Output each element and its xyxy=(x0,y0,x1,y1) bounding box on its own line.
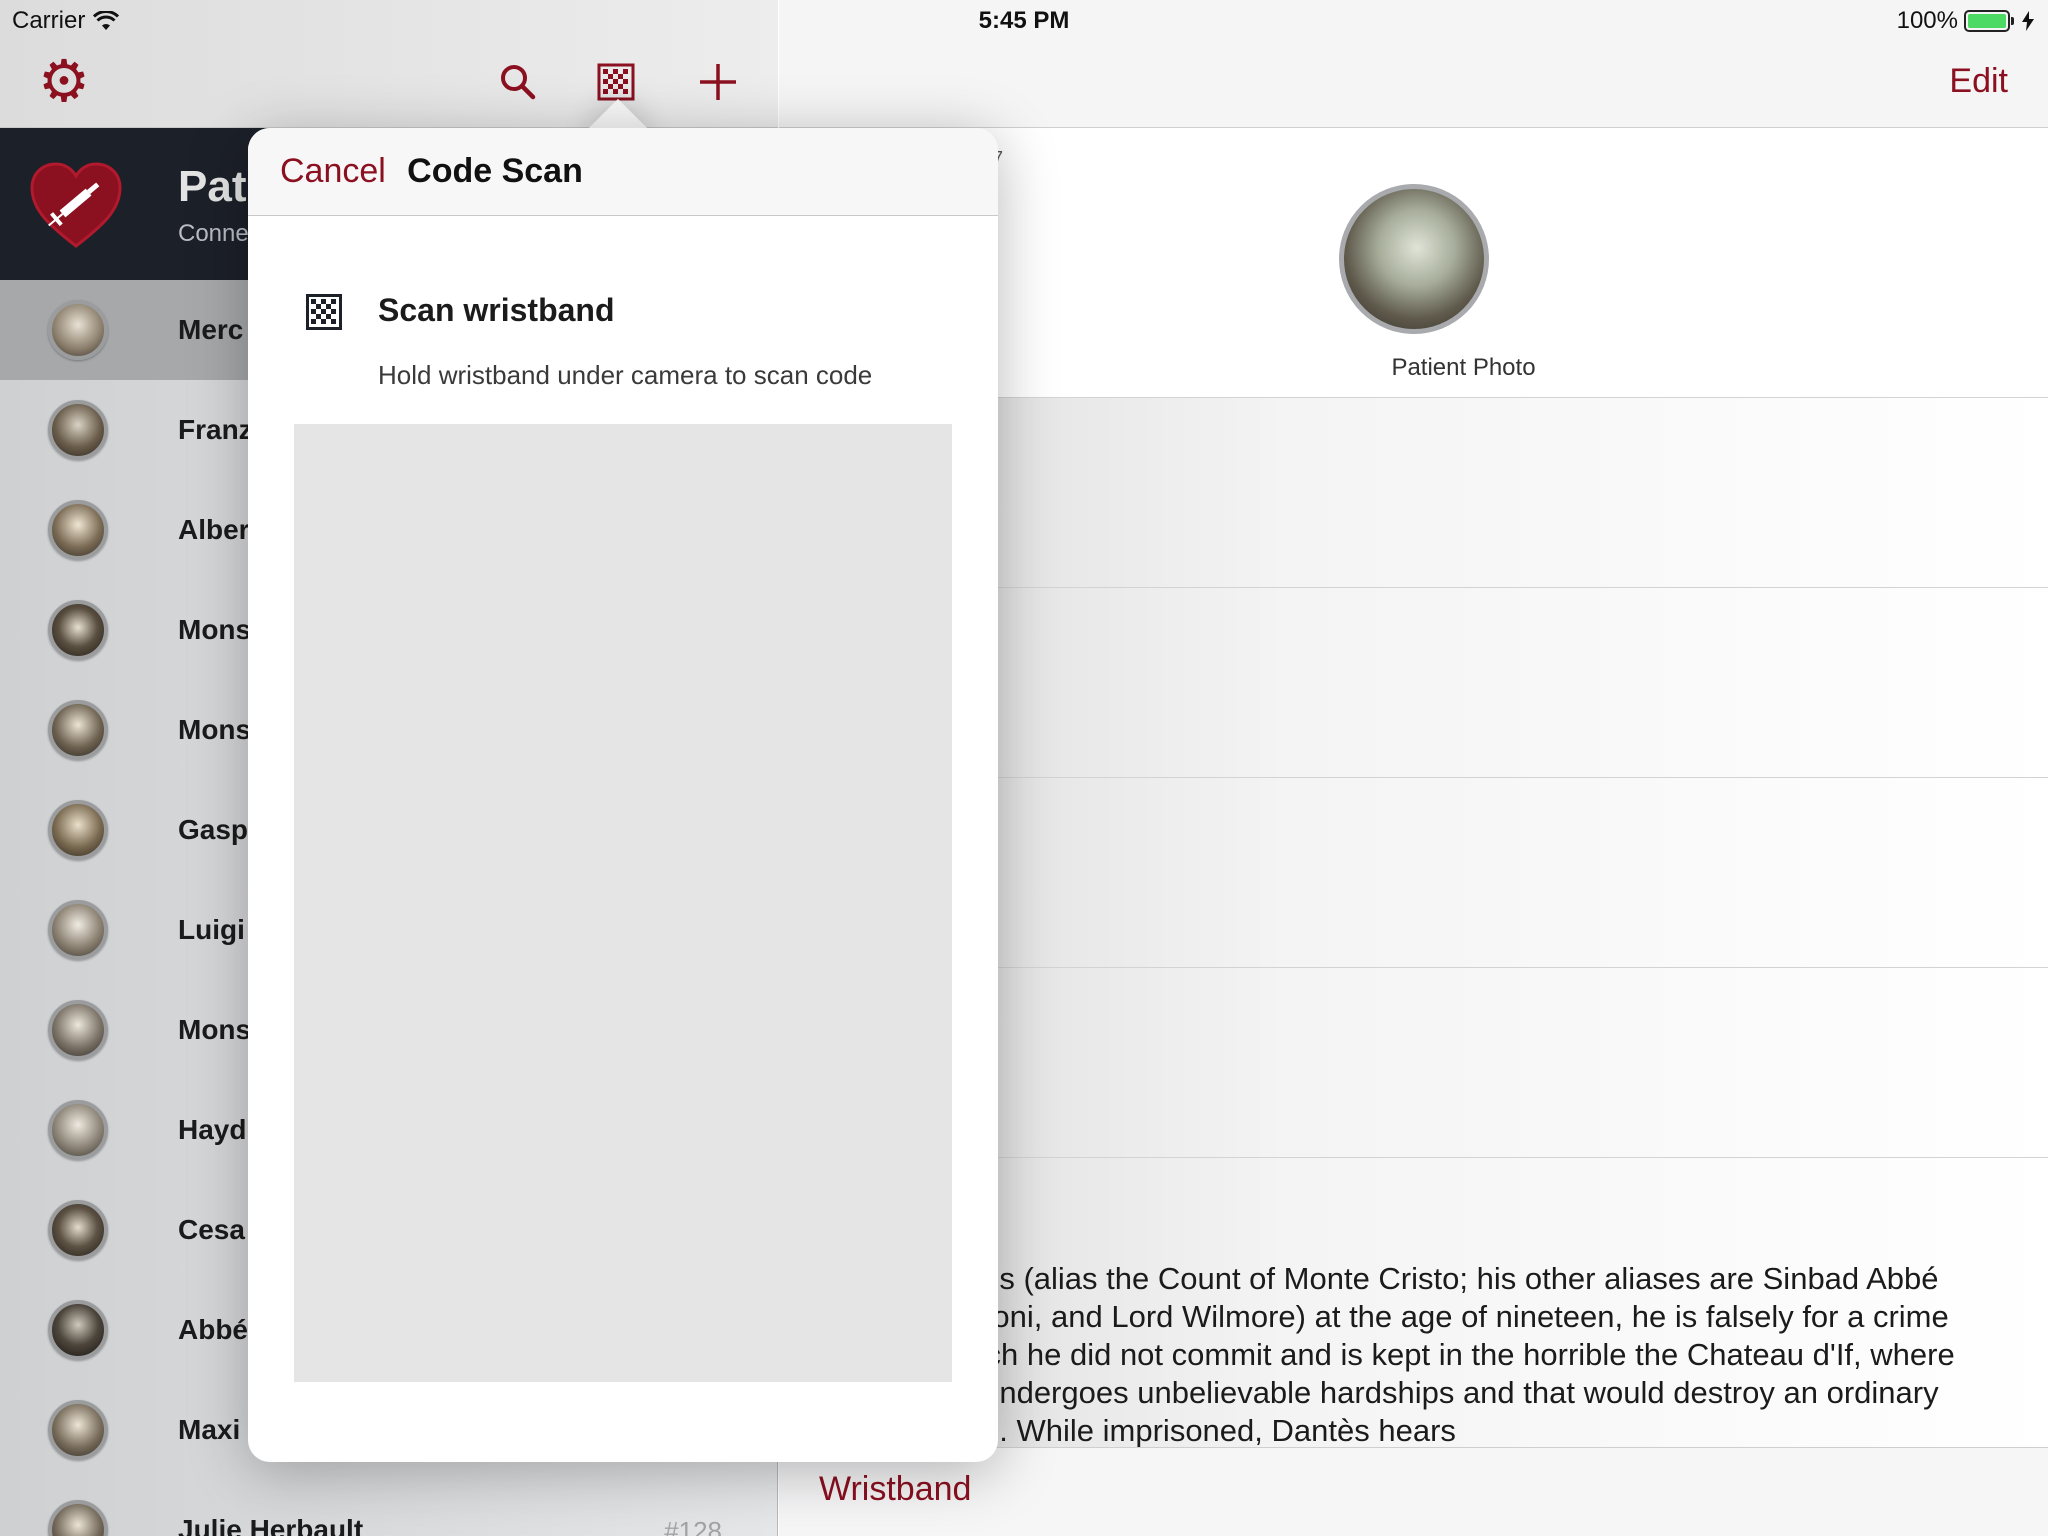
patient-name: Franz xyxy=(178,414,253,445)
patient-name: Mons xyxy=(178,714,252,745)
patient-name: Alber xyxy=(178,514,250,545)
patient-name: Cesa xyxy=(178,1214,245,1245)
avatar xyxy=(48,1500,108,1536)
patient-name: Julie Herbault xyxy=(178,1514,364,1536)
patient-name: Maxi xyxy=(178,1414,241,1445)
edit-button[interactable]: Edit xyxy=(1949,62,2008,101)
popover-header: Cancel Code Scan xyxy=(248,128,998,216)
patient-name: Merc xyxy=(178,314,244,345)
scan-hint: Hold wristband under camera to scan code xyxy=(378,360,873,390)
avatar xyxy=(48,800,108,860)
avatar xyxy=(48,900,108,960)
battery-level xyxy=(1968,14,2006,28)
battery-status: 100% xyxy=(1897,7,2034,35)
avatar xyxy=(48,600,108,660)
avatar xyxy=(48,500,108,560)
patient-name: Mons xyxy=(178,614,252,645)
scan-heading: Scan wristband xyxy=(378,292,615,328)
code-scan-popover: Cancel Code Scan Scan wristband Hold wri… xyxy=(248,128,998,1462)
status-bar: Carrier 5:45 PM 100% xyxy=(0,0,2048,42)
qr-glyph xyxy=(597,63,635,101)
patient-photo[interactable] xyxy=(1339,184,1489,334)
avatar xyxy=(48,1100,108,1160)
avatar xyxy=(48,1000,108,1060)
patient-name: Hayd xyxy=(178,1114,247,1145)
avatar xyxy=(48,1400,108,1460)
avatar xyxy=(48,1300,108,1360)
add-icon[interactable] xyxy=(686,50,750,114)
search-glyph xyxy=(501,65,536,100)
qr-code-icon xyxy=(306,294,342,330)
charging-icon xyxy=(2022,11,2034,31)
tab-wristband[interactable]: Wristband xyxy=(819,1470,971,1509)
plus-glyph xyxy=(700,64,736,100)
battery-percent: 100% xyxy=(1896,7,1958,34)
heart-syringe-logo xyxy=(30,162,122,248)
patient-photo-label: Patient Photo xyxy=(1391,354,1536,381)
settings-gear-icon[interactable]: ⚙ xyxy=(32,50,96,114)
patient-name: Mons xyxy=(178,1014,252,1045)
brand-subtitle: Conne xyxy=(178,220,249,247)
popover-title: Code Scan xyxy=(407,152,583,190)
camera-preview[interactable] xyxy=(294,424,952,1382)
avatar xyxy=(48,1200,108,1260)
patient-name: Luigi xyxy=(178,914,245,945)
patient-name: Gasp xyxy=(178,814,249,845)
patient-number: #128 xyxy=(664,1516,722,1536)
list-item[interactable]: Julie Herbault #128 xyxy=(0,1480,778,1536)
popover-title-row: Code Scan xyxy=(248,152,998,191)
patient-name: Abbé xyxy=(178,1314,248,1345)
avatar xyxy=(48,400,108,460)
avatar xyxy=(48,300,108,360)
battery-icon xyxy=(1964,10,2014,32)
avatar xyxy=(48,700,108,760)
bio-text: antès (alias the Count of Monte Cristo; … xyxy=(939,1261,1955,1447)
brand-title: Pat xyxy=(178,162,247,211)
status-time: 5:45 PM xyxy=(978,7,1070,34)
search-icon[interactable] xyxy=(486,50,550,114)
